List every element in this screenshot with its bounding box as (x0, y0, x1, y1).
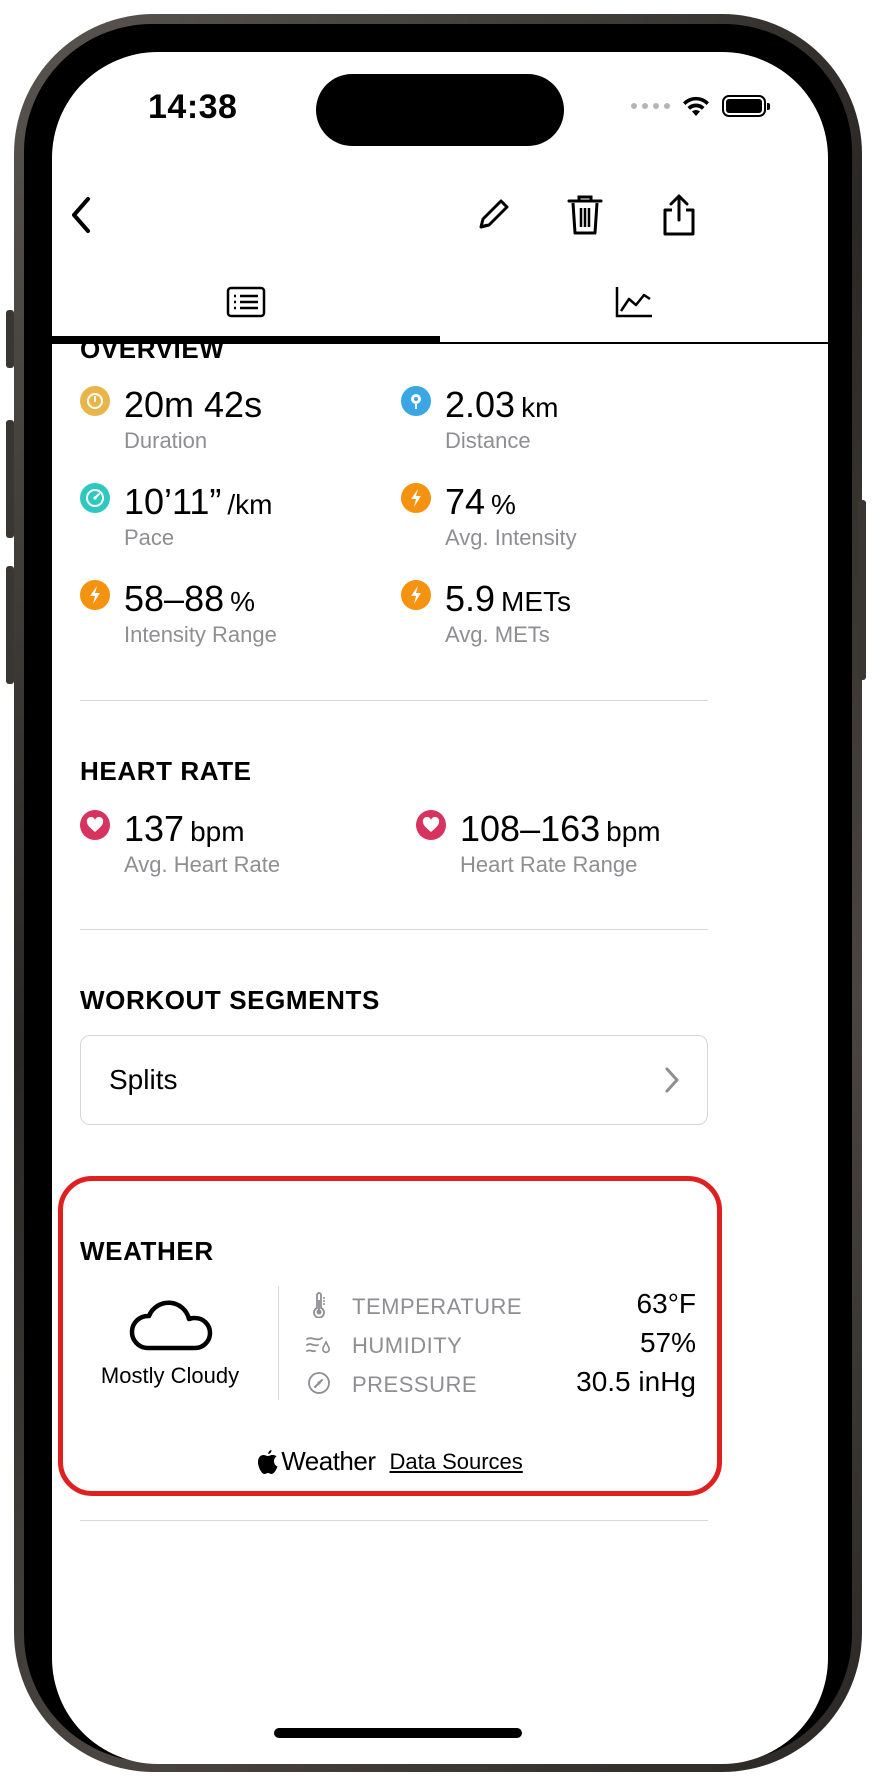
heart-rate-title: HEART RATE (80, 756, 252, 786)
cellular-signal-icon (631, 103, 670, 109)
distance-unit: km (521, 392, 559, 423)
cloud-icon (129, 1300, 213, 1351)
pencil-icon (479, 199, 509, 229)
power-button (858, 500, 866, 680)
intensity-range-value: 58–88 (124, 578, 225, 619)
bolt-icon (80, 580, 110, 610)
avg-mets-value: 5.9 (445, 578, 496, 619)
pace-unit: /km (227, 489, 273, 520)
heart-icon (80, 810, 110, 840)
list-icon (226, 286, 266, 318)
intensity-range-label: Intensity Range (124, 622, 277, 647)
weather-attribution: Weather Data Sources (52, 1446, 728, 1477)
tab-summary[interactable] (52, 262, 440, 342)
divider (80, 700, 708, 701)
divider (80, 929, 708, 930)
avg-mets-label: Avg. METs (445, 622, 550, 647)
avg-intensity-value: 74 (445, 481, 486, 522)
thermometer-icon (306, 1292, 332, 1318)
weather-temperature-row: TEMPERATURE 63°F (306, 1288, 696, 1324)
gauge-icon (306, 1370, 332, 1396)
weather-pressure-row: PRESSURE 30.5 inHg (306, 1366, 696, 1402)
back-button[interactable] (56, 190, 106, 240)
workout-segments-title: WORKOUT SEGMENTS (80, 985, 380, 1015)
distance-label: Distance (445, 428, 531, 453)
bolt-icon (401, 483, 431, 513)
pressure-value: 30.5 inHg (576, 1366, 696, 1397)
wifi-icon (683, 96, 709, 116)
overview-title: OVERVIEW (80, 344, 225, 364)
avg-heart-rate-value: 137 (124, 808, 185, 849)
avg-heart-rate-label: Avg. Heart Rate (124, 852, 281, 877)
avg-intensity-label: Avg. Intensity (445, 525, 577, 550)
weather-brand: Weather (257, 1446, 376, 1477)
avg-heart-rate-unit: bpm (190, 816, 245, 847)
temperature-label: TEMPERATURE (352, 1294, 523, 1319)
pressure-label: PRESSURE (352, 1372, 478, 1397)
data-sources-link[interactable]: Data Sources (390, 1449, 523, 1475)
location-pin-icon (401, 386, 431, 416)
weather-condition-label: Mostly Cloudy (100, 1363, 240, 1388)
humidity-icon (306, 1331, 332, 1357)
weather-divider (278, 1286, 279, 1400)
timer-icon (80, 386, 110, 416)
speedometer-icon (80, 483, 110, 513)
volume-down-button (6, 566, 14, 684)
status-indicators (631, 94, 770, 118)
status-time: 14:38 (148, 88, 238, 126)
heart-rate-range-label: Heart Rate Range (460, 852, 638, 877)
tab-selection-indicator (52, 336, 440, 344)
chevron-right-icon (665, 1067, 679, 1093)
share-icon (663, 194, 695, 236)
share-button[interactable] (654, 190, 704, 240)
chevron-left-icon (72, 197, 90, 233)
temperature-value: 63°F (636, 1288, 696, 1319)
battery-icon (722, 95, 770, 117)
pace-value: 10’11” (124, 481, 222, 522)
line-chart-icon (615, 287, 652, 318)
screen: 14:38 OVERVIEW 20m 42s Duration 2.03 km … (52, 52, 828, 1764)
workout-detail-content: OVERVIEW 20m 42s Duration 2.03 km Distanc… (52, 344, 828, 1764)
humidity-label: HUMIDITY (352, 1333, 463, 1358)
pace-label: Pace (124, 525, 175, 550)
apple-logo-icon (258, 1449, 278, 1474)
heart-rate-range-unit: bpm (606, 816, 661, 847)
navigation-bar (52, 172, 828, 262)
trash-icon (567, 195, 603, 235)
duration-value: 20m 42s (124, 384, 263, 425)
splits-label: Splits (109, 1064, 178, 1095)
dynamic-island (316, 74, 564, 146)
weather-humidity-row: HUMIDITY 57% (306, 1327, 696, 1363)
volume-up-button (6, 420, 14, 538)
weather-title: WEATHER (80, 1236, 214, 1266)
edit-button[interactable] (468, 190, 518, 240)
segmented-tabs (52, 262, 828, 344)
divider (80, 1520, 708, 1521)
avg-intensity-unit: % (491, 489, 516, 520)
distance-value: 2.03 (445, 384, 516, 425)
duration-label: Duration (124, 428, 208, 453)
splits-row[interactable]: Splits (80, 1035, 708, 1125)
home-indicator[interactable] (274, 1728, 522, 1738)
delete-button[interactable] (560, 190, 610, 240)
heart-rate-range-value: 108–163 (460, 808, 601, 849)
bolt-icon (401, 580, 431, 610)
tab-charts[interactable] (440, 262, 828, 342)
intensity-range-unit: % (230, 586, 256, 617)
avg-mets-unit: METs (501, 586, 572, 617)
weather-brand-text: Weather (281, 1446, 376, 1476)
weather-condition: Mostly Cloudy (80, 1294, 260, 1389)
heart-icon (416, 810, 446, 840)
action-button (6, 310, 14, 368)
humidity-value: 57% (639, 1327, 696, 1358)
